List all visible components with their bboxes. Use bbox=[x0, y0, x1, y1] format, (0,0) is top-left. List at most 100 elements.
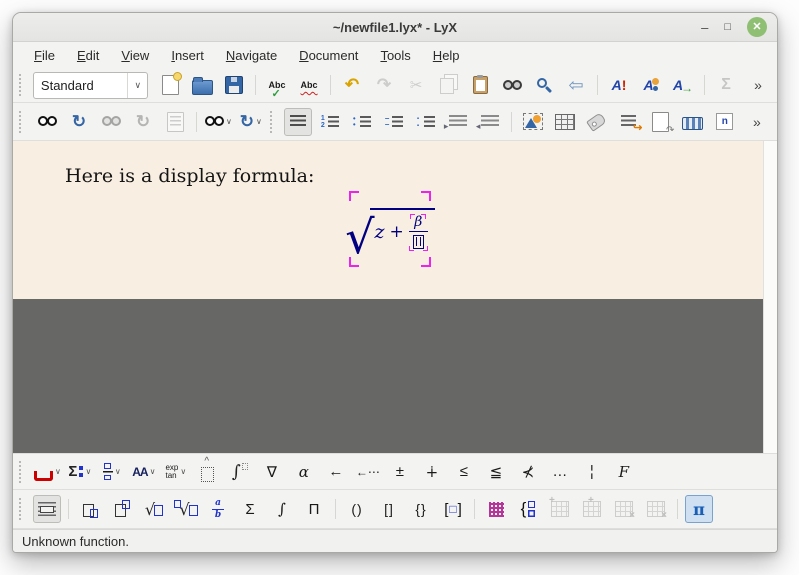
minimize-button[interactable]: – bbox=[701, 21, 708, 34]
math-ams-relations-button[interactable]: ≦ bbox=[482, 458, 510, 486]
menu-tools[interactable]: Tools bbox=[369, 45, 421, 66]
menu-document[interactable]: Document bbox=[288, 45, 369, 66]
view-document-button[interactable] bbox=[33, 108, 61, 136]
view-master-button[interactable] bbox=[97, 108, 125, 136]
insert-table-button[interactable] bbox=[551, 108, 579, 136]
update-master-button[interactable]: ↻ bbox=[129, 108, 157, 136]
delete-row-button[interactable] bbox=[610, 495, 638, 523]
toolbar-grip[interactable] bbox=[19, 498, 26, 520]
insert-graphics-button[interactable] bbox=[519, 108, 547, 136]
insert-matrix-button[interactable] bbox=[482, 495, 510, 523]
paragraph-settings-button[interactable] bbox=[284, 108, 312, 136]
emphasis-button[interactable] bbox=[605, 71, 633, 99]
titlebar[interactable]: ~/newfile1.lyx* - LyX – □ ✕ bbox=[13, 13, 777, 42]
empty-placeholder-box[interactable] bbox=[413, 235, 424, 249]
toolbar-grip[interactable] bbox=[19, 74, 26, 96]
insert-note-button[interactable]: n bbox=[711, 108, 739, 136]
math-fractions-dropdown[interactable]: ∨ bbox=[98, 458, 126, 486]
maximize-button[interactable]: □ bbox=[724, 22, 731, 33]
insert-footnote-button[interactable] bbox=[647, 108, 675, 136]
toolbar-overflow-button[interactable]: » bbox=[743, 108, 771, 136]
math-big-operators-dropdown[interactable]: Σ∨ bbox=[66, 458, 94, 486]
math-accent-button[interactable] bbox=[194, 458, 222, 486]
math-integral-button[interactable]: ∫ bbox=[268, 495, 296, 523]
math-dots-panel-button[interactable]: … bbox=[546, 458, 574, 486]
math-negative-relations-button[interactable]: ⊀ bbox=[514, 458, 542, 486]
open-document-button[interactable] bbox=[188, 71, 216, 99]
insert-box-button[interactable] bbox=[679, 108, 707, 136]
display-formula-toggle[interactable] bbox=[33, 495, 61, 523]
math-plusminus-panel-button[interactable]: ± bbox=[386, 458, 414, 486]
math-delimiters-button[interactable]: □ bbox=[439, 495, 467, 523]
view-source-button[interactable] bbox=[161, 108, 189, 136]
decrease-depth-button[interactable] bbox=[476, 108, 504, 136]
menu-insert[interactable]: Insert bbox=[160, 45, 215, 66]
bullet-list-button[interactable] bbox=[348, 108, 376, 136]
math-cases-button[interactable] bbox=[514, 495, 542, 523]
delete-column-button[interactable] bbox=[642, 495, 670, 523]
increase-depth-button[interactable] bbox=[444, 108, 472, 136]
menu-file[interactable]: File bbox=[23, 45, 66, 66]
numbered-list-button[interactable] bbox=[316, 108, 344, 136]
noun-style-button[interactable] bbox=[637, 71, 665, 99]
insert-crossref-button[interactable] bbox=[615, 108, 643, 136]
paste-button[interactable] bbox=[466, 71, 494, 99]
math-brackets-button[interactable]: [] bbox=[375, 495, 403, 523]
math-panel-toggle[interactable]: π bbox=[685, 495, 713, 523]
toolbar-grip[interactable] bbox=[270, 111, 277, 133]
math-subscript-button[interactable] bbox=[76, 495, 104, 523]
menu-navigate[interactable]: Navigate bbox=[215, 45, 288, 66]
track-changes-button[interactable]: Abc bbox=[295, 71, 323, 99]
fraction-denominator[interactable] bbox=[409, 232, 428, 251]
math-operators-panel-button[interactable]: ∇ bbox=[258, 458, 286, 486]
math-mode-button[interactable]: Σ bbox=[712, 71, 740, 99]
menu-edit[interactable]: Edit bbox=[66, 45, 110, 66]
copy-button[interactable] bbox=[434, 71, 462, 99]
math-integral-limits-button[interactable]: ∫ bbox=[226, 458, 254, 486]
math-font-styles-dropdown[interactable]: AA∨ bbox=[130, 458, 158, 486]
math-superscript-button[interactable] bbox=[108, 495, 136, 523]
paragraph-style-select[interactable]: Standard∨ bbox=[33, 72, 148, 99]
menu-help[interactable]: Help bbox=[422, 45, 471, 66]
math-fraction-button[interactable] bbox=[204, 495, 232, 523]
description-list-button[interactable] bbox=[380, 108, 408, 136]
math-inset[interactable]: √ z + β bbox=[349, 191, 431, 267]
update-other-formats-dropdown[interactable]: ↻∨ bbox=[237, 108, 265, 136]
save-document-button[interactable] bbox=[220, 71, 248, 99]
new-document-button[interactable] bbox=[156, 71, 184, 99]
update-document-button[interactable]: ↻ bbox=[65, 108, 93, 136]
math-frame-button[interactable]: ¦ bbox=[578, 458, 606, 486]
math-braces-button[interactable]: {} bbox=[407, 495, 435, 523]
toolbar-grip[interactable] bbox=[19, 461, 26, 483]
math-greek-panel-button[interactable]: α bbox=[290, 458, 318, 486]
math-ams-operators-button[interactable]: ∔ bbox=[418, 458, 446, 486]
apply-last-style-button[interactable] bbox=[669, 71, 697, 99]
add-column-button[interactable] bbox=[578, 495, 606, 523]
math-decorations-dropdown[interactable]: ∨ bbox=[33, 458, 62, 486]
undo-button[interactable]: ↶ bbox=[338, 71, 366, 99]
redo-button[interactable]: ↷ bbox=[370, 71, 398, 99]
add-row-button[interactable] bbox=[546, 495, 574, 523]
vertical-scrollbar[interactable] bbox=[763, 141, 777, 453]
menu-view[interactable]: View bbox=[110, 45, 160, 66]
math-sqrt-button[interactable]: √ bbox=[140, 495, 168, 523]
labeled-list-button[interactable] bbox=[412, 108, 440, 136]
document-page[interactable]: Here is a display formula: √ z + bbox=[13, 141, 763, 299]
math-product-button[interactable]: Π bbox=[300, 495, 328, 523]
math-long-arrows-panel-button[interactable]: ←⋯ bbox=[354, 458, 382, 486]
find-replace-button[interactable] bbox=[498, 71, 526, 99]
spellcheck-button[interactable]: Abc bbox=[263, 71, 291, 99]
find-advanced-button[interactable] bbox=[530, 71, 558, 99]
cut-button[interactable]: ✂ bbox=[402, 71, 430, 99]
math-sum-button[interactable]: Σ bbox=[236, 495, 264, 523]
navigate-back-button[interactable]: ⇦ bbox=[562, 71, 590, 99]
close-button[interactable]: ✕ bbox=[747, 17, 767, 37]
math-functions-dropdown[interactable]: exp tan∨ bbox=[162, 458, 190, 486]
view-other-formats-dropdown[interactable]: ∨ bbox=[204, 108, 233, 136]
math-arrows-panel-button[interactable]: ← bbox=[322, 458, 350, 486]
toolbar-grip[interactable] bbox=[19, 111, 26, 133]
math-relations-panel-button[interactable]: ≤ bbox=[450, 458, 478, 486]
math-root-button[interactable]: √ bbox=[172, 495, 200, 523]
document-canvas[interactable]: Here is a display formula: √ z + bbox=[13, 141, 763, 453]
paragraph-text[interactable]: Here is a display formula: bbox=[65, 165, 314, 187]
